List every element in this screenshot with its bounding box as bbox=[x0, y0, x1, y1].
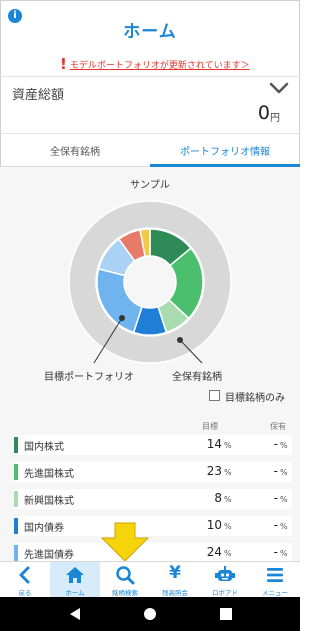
chevron-left-icon bbox=[19, 566, 30, 584]
asset-class-name: 先進国債券 bbox=[24, 550, 74, 561]
portfolio-donut-chart bbox=[68, 200, 232, 364]
target-percent-unit: % bbox=[224, 522, 232, 531]
portfolio-update-notice[interactable]: ! モデルポートフォリオが更新されています＞ bbox=[60, 55, 250, 73]
target-percent-unit: % bbox=[224, 441, 232, 450]
target-only-checkbox[interactable] bbox=[209, 390, 220, 401]
divider bbox=[0, 133, 300, 134]
table-row: 先進国債券 24% -% bbox=[14, 543, 292, 563]
held-percent-value: - bbox=[273, 491, 278, 505]
held-percent-unit: % bbox=[280, 522, 288, 531]
target-percent-value: 8 bbox=[214, 491, 222, 505]
callout-dot-target bbox=[119, 315, 125, 321]
column-header-target: 目標 bbox=[202, 422, 218, 431]
color-swatch bbox=[14, 491, 18, 507]
bottom-navigation: 戻る ホーム 銘柄検索 ¥ 残高照会 ロボアド メニュー bbox=[0, 561, 300, 598]
asset-class-name: 国内債券 bbox=[24, 523, 64, 534]
nav-robo-label: ロボアド bbox=[212, 589, 238, 597]
target-percent-unit: % bbox=[224, 549, 232, 558]
nav-robo[interactable]: ロボアド bbox=[200, 562, 250, 598]
held-percent-value: - bbox=[273, 518, 278, 532]
nav-balance-label: 残高照会 bbox=[162, 589, 188, 597]
asset-class-name: 先進国株式 bbox=[24, 469, 74, 480]
held-percent-unit: % bbox=[280, 495, 288, 504]
target-percent-unit: % bbox=[224, 468, 232, 477]
held-percent-unit: % bbox=[280, 549, 288, 558]
notice-link[interactable]: モデルポートフォリオが更新されています＞ bbox=[70, 58, 250, 71]
home-circle-icon[interactable] bbox=[143, 607, 157, 621]
table-row: 新興国株式 8% -% bbox=[14, 489, 292, 509]
held-percent-value: - bbox=[273, 437, 278, 451]
all-holdings-label: 全保有銘柄 bbox=[172, 372, 222, 383]
table-row: 国内債券 10% -% bbox=[14, 516, 292, 536]
tab-bar: 全保有銘柄 ポートフォリオ情報 bbox=[0, 143, 300, 167]
page-title: ホーム bbox=[123, 22, 177, 42]
nav-home[interactable]: ホーム bbox=[50, 562, 100, 598]
table-row: 先進国株式 23% -% bbox=[14, 462, 292, 482]
held-percent-value: - bbox=[273, 464, 278, 478]
target-percent-value: 24 bbox=[206, 545, 222, 559]
nav-menu[interactable]: メニュー bbox=[250, 562, 300, 598]
tab-all-holdings[interactable]: 全保有銘柄 bbox=[0, 143, 150, 167]
nav-search[interactable]: 銘柄検索 bbox=[100, 562, 150, 598]
nav-back-label: 戻る bbox=[18, 589, 32, 597]
nav-menu-label: メニュー bbox=[262, 589, 288, 597]
chevron-down-icon[interactable] bbox=[268, 80, 290, 96]
inner-ring-target bbox=[96, 228, 204, 336]
home-icon bbox=[66, 567, 84, 583]
total-assets-value: 0 bbox=[257, 102, 270, 124]
nav-search-label: 銘柄検索 bbox=[112, 589, 138, 597]
divider bbox=[0, 76, 300, 77]
nav-balance[interactable]: ¥ 残高照会 bbox=[150, 562, 200, 598]
holdings-slice bbox=[68, 200, 232, 364]
nav-home-label: ホーム bbox=[65, 589, 85, 597]
target-percent-value: 14 bbox=[206, 437, 222, 451]
target-portfolio-label: 目標ポートフォリオ bbox=[44, 372, 134, 383]
total-assets-label: 資産総額 bbox=[12, 88, 65, 103]
target-percent-value: 10 bbox=[206, 518, 222, 532]
target-only-label: 目標銘柄のみ bbox=[225, 393, 285, 404]
tab-portfolio-info[interactable]: ポートフォリオ情報 bbox=[150, 143, 300, 167]
callout-dot-holdings bbox=[177, 337, 183, 343]
target-percent-unit: % bbox=[224, 495, 232, 504]
color-swatch bbox=[14, 545, 18, 561]
alert-icon: ! bbox=[60, 55, 67, 73]
held-percent-value: - bbox=[273, 545, 278, 559]
target-percent-value: 23 bbox=[206, 464, 222, 478]
menu-icon bbox=[267, 568, 283, 582]
system-navigation-bar bbox=[0, 597, 300, 631]
held-percent-unit: % bbox=[280, 468, 288, 477]
asset-class-name: 新興国株式 bbox=[24, 496, 74, 507]
robot-icon bbox=[215, 566, 235, 581]
held-percent-unit: % bbox=[280, 441, 288, 450]
search-icon bbox=[116, 566, 135, 585]
chart-title: サンプル bbox=[130, 180, 170, 191]
color-swatch bbox=[14, 464, 18, 480]
nav-back[interactable]: 戻る bbox=[0, 562, 50, 598]
pointer-arrow-icon bbox=[100, 522, 150, 562]
table-row: 国内株式 14% -% bbox=[14, 435, 292, 455]
recents-square-icon[interactable] bbox=[219, 607, 233, 621]
outer-ring-holdings bbox=[68, 200, 232, 364]
color-swatch bbox=[14, 437, 18, 453]
total-assets-unit: 円 bbox=[270, 113, 280, 124]
back-triangle-icon[interactable] bbox=[68, 607, 82, 621]
yen-icon: ¥ bbox=[169, 563, 181, 583]
color-swatch bbox=[14, 518, 18, 534]
asset-class-name: 国内株式 bbox=[24, 442, 64, 453]
column-header-held: 保有 bbox=[270, 422, 286, 431]
